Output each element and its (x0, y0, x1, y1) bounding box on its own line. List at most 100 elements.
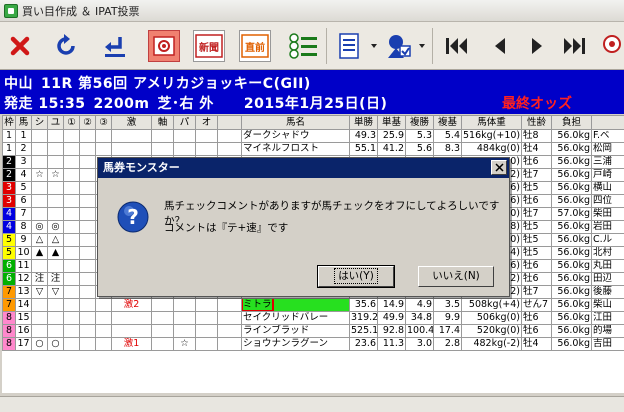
last-button[interactable] (558, 30, 590, 62)
race-name: アメリカジョッキーC(GII) (133, 76, 311, 92)
table-row[interactable]: 8 16 ラインブラッド 525.1 92.8 100.4 17.4 520kg(0) 牡6 56… (2, 324, 624, 338)
cell-mark (217, 324, 242, 338)
list-button[interactable] (288, 30, 320, 62)
document-button[interactable] (334, 30, 366, 62)
column-header[interactable]: 馬体重 (461, 115, 522, 130)
cell-load: 56.0kg (551, 129, 592, 143)
vote-dropdown-arrow[interactable] (418, 41, 426, 51)
column-header[interactable]: 単勝 (349, 115, 378, 130)
column-header[interactable]: パ (173, 115, 196, 130)
cell-m2 (79, 259, 96, 273)
next-button[interactable] (521, 30, 553, 62)
cell-sex: 牡4 (521, 337, 552, 351)
column-header[interactable]: 単基 (377, 115, 406, 130)
column-header[interactable]: 激 (111, 115, 152, 130)
close-button[interactable] (4, 30, 36, 62)
document-dropdown-arrow[interactable] (370, 41, 378, 51)
table-row[interactable]: 1 1 ダークシャドウ 49.3 25.9 5.3 5.4 516kg(+10) 牡8 56.0k… (2, 129, 624, 143)
cell-name: ラインブラッド (241, 324, 350, 338)
undo-icon (105, 37, 125, 57)
cell-jockey: 柴山 (591, 298, 624, 312)
column-header[interactable]: 軸 (151, 115, 174, 130)
cell-weight: 516kg(+10) (461, 129, 522, 143)
horizontal-scrollbar[interactable] (0, 396, 624, 412)
cell-tank: 25.9 (377, 129, 406, 143)
table-row[interactable]: 1 2 マイネルフロスト 55.1 41.2 5.6 8.3 484kg(0) 牡4 56.0kg… (2, 142, 624, 156)
column-header[interactable]: ① (63, 115, 80, 130)
close-icon (494, 163, 504, 172)
cell-shi: ◎ (31, 220, 48, 234)
cell-fuku: 100.4 (405, 324, 434, 338)
column-header[interactable]: 複勝 (405, 115, 434, 130)
cell-uma: 16 (15, 324, 32, 338)
column-header[interactable] (591, 115, 624, 130)
distance: 2200m (93, 96, 150, 112)
cell-load: 56.0kg (551, 194, 592, 208)
cell-m1 (63, 285, 80, 299)
cell-tan: 49.3 (349, 129, 378, 143)
column-header[interactable]: ユ (47, 115, 64, 130)
cell-waku: 1 (2, 142, 16, 156)
column-header[interactable]: シ (31, 115, 48, 130)
cell-m1 (63, 324, 80, 338)
column-header[interactable] (217, 115, 242, 130)
cell-m2 (79, 233, 96, 247)
chokuzen-button[interactable]: 直前 (239, 30, 271, 62)
cell-mark (217, 298, 242, 312)
cell-shi: ▽ (31, 285, 48, 299)
cell-m2 (79, 311, 96, 325)
column-header[interactable]: 負担 (551, 115, 592, 130)
cell-jockey: 松岡 (591, 142, 624, 156)
cell-m1 (63, 337, 80, 351)
first-button[interactable] (441, 30, 473, 62)
yes-button[interactable]: はい(Y) (317, 265, 395, 288)
column-header[interactable]: オ (195, 115, 218, 130)
dialog-close-button[interactable] (491, 160, 507, 175)
cell-waku: 4 (2, 207, 16, 221)
column-header[interactable]: 枠 (2, 115, 16, 130)
record-button[interactable] (148, 30, 180, 62)
cell-uma: 10 (15, 246, 32, 260)
chokuzen-icon: 直前 (241, 34, 269, 58)
no-button[interactable]: いいえ(N) (418, 266, 494, 287)
cell-jockey: 四位 (591, 194, 624, 208)
cell-m3 (95, 324, 112, 338)
column-header[interactable]: ③ (95, 115, 112, 130)
shinbun-button[interactable]: 新聞 (193, 30, 225, 62)
cell-o (195, 142, 218, 156)
cell-uma: 17 (15, 337, 32, 351)
cell-sex: せん7 (521, 298, 552, 312)
cell-m1 (63, 233, 80, 247)
cell-load: 56.0kg (551, 168, 592, 182)
cell-jockey: F.ベ (591, 129, 624, 143)
column-header[interactable]: 性齢 (521, 115, 552, 130)
cell-pa: ☆ (173, 337, 196, 351)
column-header[interactable]: 馬 (15, 115, 32, 130)
cell-yu: ▲ (47, 246, 64, 260)
cell-sex: 牡5 (521, 233, 552, 247)
table-row[interactable]: 8 15 セイクリッドバレー 319.2 49.9 34.8 9.9 506kg(0) 牡6 56… (2, 311, 624, 325)
cell-shi (31, 298, 48, 312)
cell-fukuk: 17.4 (433, 324, 462, 338)
cell-tan: 55.1 (349, 142, 378, 156)
cell-waku: 8 (2, 337, 16, 351)
column-header[interactable]: 馬名 (241, 115, 350, 130)
column-header[interactable]: 複基 (433, 115, 462, 130)
app-icon (4, 3, 18, 18)
table-row[interactable]: 8 17 ○ ○ 激1 ☆ ショウナンラグーン 23.6 11.3 3.0 2.8 482kg(-2)… (2, 337, 624, 351)
prev-button[interactable] (484, 30, 516, 62)
cell-sex: 牡5 (521, 181, 552, 195)
refresh-button[interactable] (50, 30, 82, 62)
table-row[interactable]: 7 14 激2 ミトラ 35.6 14.9 4.9 3.5 508kg(+4) せん7 56.0kg… (2, 298, 624, 312)
yes-label: はい(Y) (334, 268, 378, 284)
undo-button[interactable] (99, 30, 131, 62)
search-button[interactable] (600, 30, 624, 62)
cell-o (195, 337, 218, 351)
cell-jockey: 後藤 (591, 285, 624, 299)
horse-name-highlighted[interactable]: ミトラ (242, 299, 274, 311)
vote-button[interactable] (382, 30, 414, 62)
column-header[interactable]: ② (79, 115, 96, 130)
cell-shi (31, 207, 48, 221)
cell-fukuk: 9.9 (433, 311, 462, 325)
cell-geki (111, 129, 152, 143)
